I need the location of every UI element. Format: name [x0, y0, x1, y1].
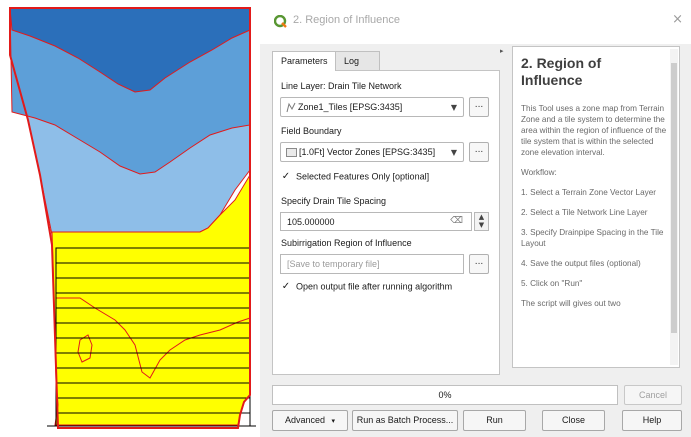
help-scrollbar-thumb[interactable] — [671, 63, 677, 333]
help-paragraph: 3. Specify Drainpipe Spacing in the Tile… — [521, 228, 664, 248]
clear-field-icon[interactable]: ⌫ — [450, 216, 463, 226]
help-paragraph: 1. Select a Terrain Zone Vector Layer — [521, 188, 657, 197]
roi-output-field[interactable]: [Save to temporary file] — [280, 254, 464, 274]
chevron-down-icon: ▼ — [450, 103, 457, 112]
selected-features-only-label: Selected Features Only [optional] — [296, 171, 430, 182]
spacing-label: Specify Drain Tile Spacing — [281, 196, 387, 206]
field-boundary-select[interactable]: [1.0Ft] Vector Zones [EPSG:3435] ▼ — [280, 142, 464, 162]
chevron-down-icon: ▾ — [331, 418, 336, 425]
splitter-arrow-icon[interactable]: ▸ — [500, 47, 504, 55]
advanced-button[interactable]: Advanced ▾ — [272, 410, 348, 431]
spacing-spinner[interactable]: ▲ ▼ — [474, 212, 489, 231]
zone-map — [0, 0, 258, 437]
selected-features-only-checkbox[interactable]: ✓ Selected Features Only [optional] — [280, 171, 429, 183]
help-paragraph: Workflow: — [521, 168, 557, 177]
tab-log[interactable]: Log — [336, 51, 380, 71]
help-scrollbar[interactable] — [670, 49, 678, 365]
check-icon: ✓ — [281, 171, 291, 182]
progress-text: 0% — [438, 390, 452, 400]
check-icon: ✓ — [281, 281, 291, 292]
line-layer-label: Line Layer: Drain Tile Network — [281, 81, 402, 91]
spacing-input[interactable]: 105.000000 ⌫ — [280, 212, 472, 231]
line-layer-select[interactable]: Zone1_Tiles [EPSG:3435] ▼ — [280, 97, 464, 117]
parameters-panel: Line Layer: Drain Tile Network Zone1_Til… — [272, 70, 500, 375]
help-body: This Tool uses a zone map from Terrain Z… — [521, 103, 669, 318]
roi-output-browse-button[interactable]: ... — [469, 254, 489, 274]
help-paragraph: The script will gives out two — [521, 299, 621, 308]
help-button[interactable]: Help — [622, 410, 682, 431]
line-layer-icon — [286, 102, 296, 113]
open-output-checkbox[interactable]: ✓ Open output file after running algorith… — [280, 281, 452, 293]
map-canvas[interactable] — [0, 0, 258, 437]
field-boundary-browse-button[interactable]: ... — [469, 142, 489, 162]
help-panel: 2. Region of Influence This Tool uses a … — [512, 46, 680, 368]
tab-parameters[interactable]: Parameters — [272, 51, 336, 71]
run-button[interactable]: Run — [463, 410, 526, 431]
polygon-layer-icon — [286, 148, 297, 157]
tab-bar: Parameters Log — [272, 51, 502, 71]
line-layer-value: Zone1_Tiles [EPSG:3435] — [298, 102, 403, 112]
field-boundary-label: Field Boundary — [281, 126, 342, 136]
progress-bar: 0% — [272, 385, 618, 405]
open-output-label: Open output file after running algorithm — [296, 281, 453, 292]
title-bar: 2. Region of Influence × — [260, 0, 691, 44]
line-layer-browse-button[interactable]: ... — [469, 97, 489, 117]
qgis-logo-icon — [274, 15, 287, 28]
advanced-label: Advanced — [284, 415, 325, 425]
window-title: 2. Region of Influence — [293, 14, 401, 26]
field-boundary-value: [1.0Ft] Vector Zones [EPSG:3435] — [299, 147, 436, 157]
roi-output-placeholder: [Save to temporary file] — [287, 259, 380, 269]
help-paragraph: 4. Save the output files (optional) — [521, 259, 641, 268]
processing-dialog: 2. Region of Influence × Parameters Log … — [260, 0, 691, 437]
roi-output-label: Subirrigation Region of Influence — [281, 238, 412, 248]
close-button[interactable]: Close — [542, 410, 605, 431]
help-paragraph: 2. Select a Tile Network Line Layer — [521, 208, 648, 217]
help-paragraph: 5. Click on "Run" — [521, 279, 583, 288]
close-icon[interactable]: × — [672, 12, 683, 27]
help-title: 2. Region of Influence — [521, 55, 602, 88]
spacing-value: 105.000000 — [287, 217, 335, 227]
cancel-button[interactable]: Cancel — [624, 385, 682, 405]
run-as-batch-button[interactable]: Run as Batch Process... — [352, 410, 458, 431]
chevron-down-icon: ▼ — [450, 148, 457, 157]
help-paragraph: This Tool uses a zone map from Terrain Z… — [521, 104, 667, 157]
